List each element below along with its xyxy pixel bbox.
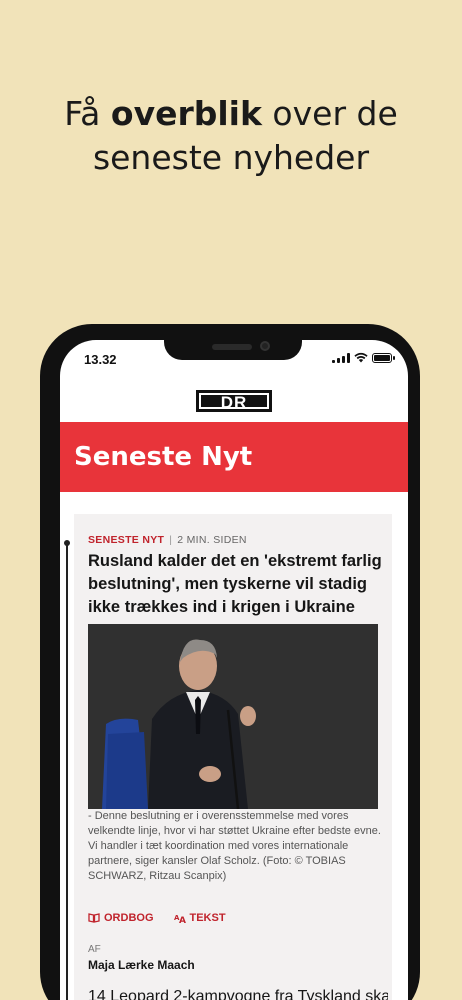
- timeline-line: [64, 540, 70, 1000]
- byline-label: AF: [88, 944, 101, 955]
- section-title: Seneste Nyt: [74, 442, 253, 472]
- text-size-icon: A A: [174, 914, 186, 923]
- book-icon: [88, 913, 100, 923]
- section-header: Seneste Nyt: [60, 422, 408, 492]
- article-photo[interactable]: [88, 624, 378, 809]
- camera-icon: [260, 341, 270, 351]
- phone-notch: [164, 340, 302, 360]
- dr-logo[interactable]: DR: [196, 390, 272, 412]
- phone-screen: 13.32 DR Seneste Nyt SENESTE NYT | 2 MIN. …: [60, 340, 408, 1000]
- dictionary-button[interactable]: ORDBOG: [88, 912, 154, 924]
- wifi-icon: [354, 352, 368, 363]
- status-time: 13.32: [84, 352, 117, 367]
- article-tag: SENESTE NYT: [88, 534, 165, 546]
- svg-text:A: A: [179, 916, 186, 923]
- promo-line1-pre: Få: [64, 94, 111, 133]
- article-card[interactable]: SENESTE NYT | 2 MIN. SIDEN Rusland kalder …: [74, 514, 392, 1000]
- article-age: 2 MIN. SIDEN: [177, 534, 247, 546]
- article-title[interactable]: Rusland kalder det en 'ekstremt farlig b…: [88, 550, 382, 619]
- promo-headline: Få overblik over de seneste nyheder: [0, 92, 462, 180]
- news-feed[interactable]: SENESTE NYT | 2 MIN. SIDEN Rusland kalder …: [60, 492, 408, 1000]
- next-article-text[interactable]: 14 Leopard 2-kampvogne fra Tyskland skal: [88, 988, 388, 1000]
- dictionary-label: ORDBOG: [104, 912, 154, 924]
- article-meta: SENESTE NYT | 2 MIN. SIDEN: [88, 534, 247, 546]
- speaker-icon: [212, 344, 252, 350]
- text-size-label: TEKST: [189, 912, 226, 924]
- promo-line1-post: over de: [261, 94, 398, 133]
- author-name[interactable]: Maja Lærke Maach: [88, 958, 195, 972]
- promo-line1-bold: overblik: [110, 94, 262, 133]
- article-actions: ORDBOG A A TEKST: [88, 912, 226, 924]
- signal-icon: [332, 352, 350, 363]
- promo-line2: seneste nyheder: [92, 138, 370, 177]
- status-icons: [332, 352, 395, 363]
- battery-icon: [372, 352, 395, 363]
- photo-caption: - Denne beslutning er i overensstemmelse…: [88, 810, 381, 882]
- text-size-button[interactable]: A A TEKST: [174, 912, 226, 924]
